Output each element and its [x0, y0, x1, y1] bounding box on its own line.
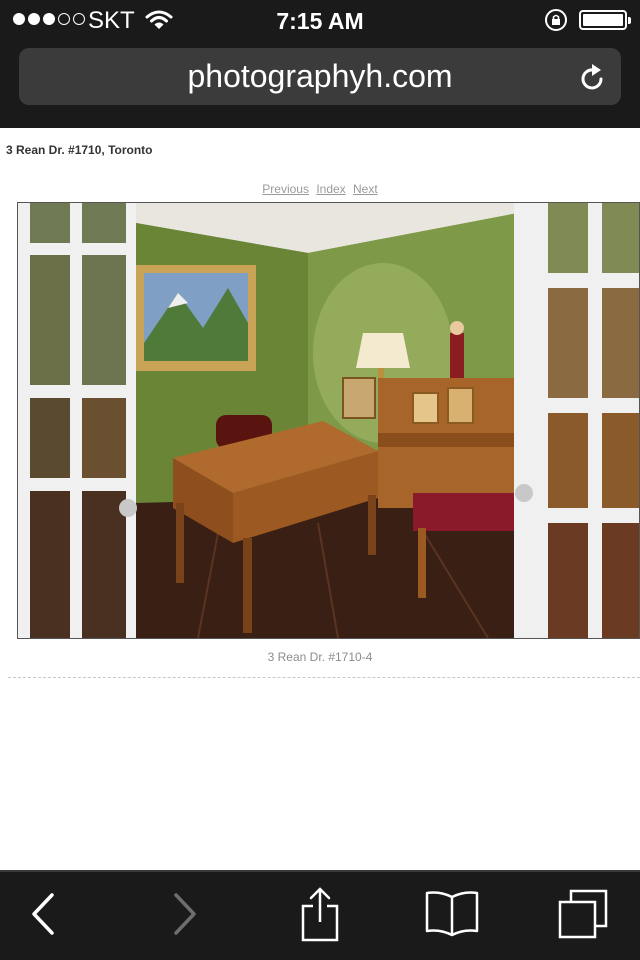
url-text: photographyh.com	[187, 58, 453, 94]
pager: Previous Index Next	[0, 182, 640, 196]
forward-button[interactable]	[150, 886, 220, 946]
web-page: 3 Rean Dr. #1710, Toronto Previous Index…	[0, 128, 640, 870]
url-field[interactable]: photographyh.com	[19, 48, 621, 105]
page-title: 3 Rean Dr. #1710, Toronto	[6, 143, 153, 157]
tabs-button[interactable]	[548, 886, 618, 946]
back-button[interactable]	[8, 886, 78, 946]
forward-arrow-icon	[171, 892, 199, 941]
previous-link[interactable]: Previous	[262, 182, 309, 196]
photo-caption: 3 Rean Dr. #1710-4	[267, 650, 373, 664]
bookmarks-icon	[424, 889, 480, 944]
battery-icon	[579, 10, 631, 30]
browser-toolbar	[0, 870, 640, 960]
status-bar: SKT 7:15 AM	[0, 0, 640, 40]
share-button[interactable]	[285, 886, 355, 946]
index-link[interactable]: Index	[316, 182, 345, 196]
room-photo[interactable]	[17, 202, 640, 639]
divider	[8, 677, 640, 678]
share-icon	[300, 886, 340, 947]
back-arrow-icon	[29, 892, 57, 941]
browser-address-bar: photographyh.com	[0, 40, 640, 128]
next-link[interactable]: Next	[353, 182, 378, 196]
bookmarks-button[interactable]	[417, 886, 487, 946]
reload-icon[interactable]	[579, 62, 607, 97]
tabs-icon	[557, 888, 609, 945]
rotation-lock-icon	[544, 8, 568, 37]
